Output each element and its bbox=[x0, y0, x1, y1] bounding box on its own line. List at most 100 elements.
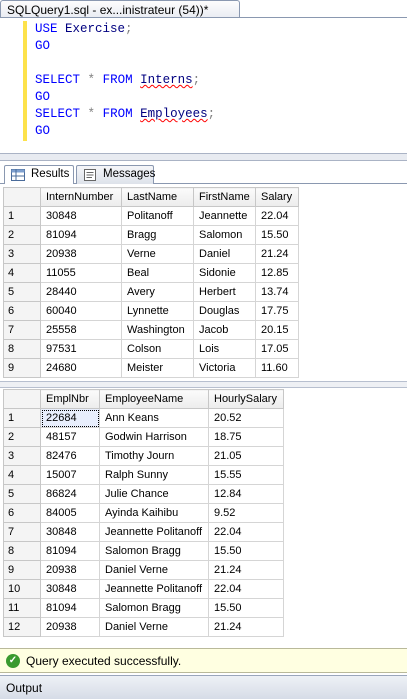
table-cell[interactable]: Verne bbox=[121, 244, 194, 264]
table-cell[interactable]: 21.05 bbox=[208, 446, 284, 466]
employees-grid[interactable]: EmplNbr EmployeeName HourlySalary 1 22684… bbox=[3, 389, 284, 637]
row-number[interactable]: 6 bbox=[3, 301, 41, 321]
row-number[interactable]: 9 bbox=[3, 560, 41, 580]
table-cell[interactable]: 15.50 bbox=[208, 598, 284, 618]
table-cell[interactable]: 12.85 bbox=[255, 263, 299, 283]
column-header[interactable]: InternNumber bbox=[40, 187, 122, 207]
table-cell[interactable]: Sidonie bbox=[193, 263, 256, 283]
query-editor[interactable]: USE Exercise; GO SELECT * FROM Interns; … bbox=[0, 18, 407, 153]
table-cell[interactable]: Bragg bbox=[121, 225, 194, 245]
editor-results-splitter[interactable] bbox=[0, 153, 407, 161]
table-row[interactable]: 6 60040 Lynnette Douglas 17.75 bbox=[3, 301, 299, 321]
table-cell[interactable]: 20938 bbox=[40, 560, 100, 580]
table-cell[interactable]: 21.24 bbox=[208, 617, 284, 637]
table-cell[interactable]: Lynnette bbox=[121, 301, 194, 321]
table-cell[interactable]: 17.75 bbox=[255, 301, 299, 321]
table-cell[interactable]: 20938 bbox=[40, 617, 100, 637]
column-header[interactable]: EmplNbr bbox=[40, 389, 100, 409]
table-cell[interactable]: Godwin Harrison bbox=[99, 427, 209, 447]
table-cell[interactable]: 13.74 bbox=[255, 282, 299, 302]
table-row[interactable]: 1 22684 Ann Keans 20.52 bbox=[3, 408, 284, 428]
table-cell[interactable]: Timothy Journ bbox=[99, 446, 209, 466]
table-cell[interactable]: 15.55 bbox=[208, 465, 284, 485]
row-number[interactable]: 2 bbox=[3, 225, 41, 245]
table-row[interactable]: 10 30848 Jeannette Politanoff 22.04 bbox=[3, 579, 284, 599]
table-cell[interactable]: Victoria bbox=[193, 358, 256, 378]
table-cell[interactable]: 21.24 bbox=[208, 560, 284, 580]
table-cell[interactable]: Colson bbox=[121, 339, 194, 359]
table-cell[interactable]: Herbert bbox=[193, 282, 256, 302]
table-row[interactable]: 9 20938 Daniel Verne 21.24 bbox=[3, 560, 284, 580]
table-cell[interactable]: 20.15 bbox=[255, 320, 299, 340]
table-cell[interactable]: Julie Chance bbox=[99, 484, 209, 504]
table-cell[interactable]: Jeannette Politanoff bbox=[99, 579, 209, 599]
table-cell[interactable]: 30848 bbox=[40, 206, 122, 226]
table-cell[interactable]: 20.52 bbox=[208, 408, 284, 428]
table-cell[interactable]: Daniel Verne bbox=[99, 617, 209, 637]
row-number[interactable]: 7 bbox=[3, 320, 41, 340]
table-cell[interactable]: Meister bbox=[121, 358, 194, 378]
row-number[interactable]: 12 bbox=[3, 617, 41, 637]
table-cell[interactable]: 28440 bbox=[40, 282, 122, 302]
table-cell[interactable]: 60040 bbox=[40, 301, 122, 321]
table-cell[interactable]: 12.84 bbox=[208, 484, 284, 504]
table-row[interactable]: 4 15007 Ralph Sunny 15.55 bbox=[3, 465, 284, 485]
grid-corner[interactable] bbox=[3, 187, 41, 207]
row-number[interactable]: 7 bbox=[3, 522, 41, 542]
table-cell[interactable]: Ralph Sunny bbox=[99, 465, 209, 485]
table-cell[interactable]: Daniel Verne bbox=[99, 560, 209, 580]
row-number[interactable]: 8 bbox=[3, 541, 41, 561]
row-number[interactable]: 5 bbox=[3, 282, 41, 302]
table-row[interactable]: 12 20938 Daniel Verne 21.24 bbox=[3, 617, 284, 637]
table-cell[interactable]: Daniel bbox=[193, 244, 256, 264]
table-row[interactable]: 6 84005 Ayinda Kaihibu 9.52 bbox=[3, 503, 284, 523]
table-cell[interactable]: 30848 bbox=[40, 522, 100, 542]
table-cell[interactable]: 15.50 bbox=[208, 541, 284, 561]
table-cell[interactable]: Ann Keans bbox=[99, 408, 209, 428]
row-number[interactable]: 8 bbox=[3, 339, 41, 359]
column-header[interactable]: HourlySalary bbox=[208, 389, 284, 409]
table-cell[interactable]: 97531 bbox=[40, 339, 122, 359]
table-cell[interactable]: 22684 bbox=[40, 408, 100, 428]
table-row[interactable]: 7 25558 Washington Jacob 20.15 bbox=[3, 320, 299, 340]
table-cell[interactable]: 15.50 bbox=[255, 225, 299, 245]
table-cell[interactable]: Salomon Bragg bbox=[99, 541, 209, 561]
table-row[interactable]: 2 81094 Bragg Salomon 15.50 bbox=[3, 225, 299, 245]
column-header[interactable]: Salary bbox=[255, 187, 299, 207]
table-cell[interactable]: Salomon Bragg bbox=[99, 598, 209, 618]
table-row[interactable]: 3 20938 Verne Daniel 21.24 bbox=[3, 244, 299, 264]
tab-messages[interactable]: Messages bbox=[76, 165, 155, 184]
table-cell[interactable]: 24680 bbox=[40, 358, 122, 378]
table-row[interactable]: 4 11055 Beal Sidonie 12.85 bbox=[3, 263, 299, 283]
interns-grid[interactable]: InternNumber LastName FirstName Salary 1… bbox=[3, 187, 299, 378]
row-number[interactable]: 6 bbox=[3, 503, 41, 523]
table-cell[interactable]: 17.05 bbox=[255, 339, 299, 359]
row-number[interactable]: 5 bbox=[3, 484, 41, 504]
row-number[interactable]: 1 bbox=[3, 408, 41, 428]
table-row[interactable]: 1 30848 Politanoff Jeannette 22.04 bbox=[3, 206, 299, 226]
table-cell[interactable]: 82476 bbox=[40, 446, 100, 466]
table-cell[interactable]: 30848 bbox=[40, 579, 100, 599]
table-row[interactable]: 5 28440 Avery Herbert 13.74 bbox=[3, 282, 299, 302]
table-cell[interactable]: Salomon bbox=[193, 225, 256, 245]
table-cell[interactable]: Avery bbox=[121, 282, 194, 302]
row-number[interactable]: 2 bbox=[3, 427, 41, 447]
table-cell[interactable]: 11.60 bbox=[255, 358, 299, 378]
table-row[interactable]: 9 24680 Meister Victoria 11.60 bbox=[3, 358, 299, 378]
table-cell[interactable]: 81094 bbox=[40, 541, 100, 561]
table-cell[interactable]: Douglas bbox=[193, 301, 256, 321]
row-number[interactable]: 4 bbox=[3, 263, 41, 283]
output-panel-tab[interactable]: Output bbox=[0, 675, 407, 699]
table-cell[interactable]: 22.04 bbox=[208, 579, 284, 599]
row-number[interactable]: 4 bbox=[3, 465, 41, 485]
tab-results[interactable]: Results bbox=[4, 165, 74, 185]
table-cell[interactable]: 81094 bbox=[40, 225, 122, 245]
table-row[interactable]: 8 97531 Colson Lois 17.05 bbox=[3, 339, 299, 359]
document-tab[interactable]: SQLQuery1.sql - ex...inistrateur (54))* bbox=[0, 0, 240, 18]
table-cell[interactable]: Ayinda Kaihibu bbox=[99, 503, 209, 523]
table-row[interactable]: 11 81094 Salomon Bragg 15.50 bbox=[3, 598, 284, 618]
table-cell[interactable]: Beal bbox=[121, 263, 194, 283]
row-number[interactable]: 10 bbox=[3, 579, 41, 599]
table-cell[interactable]: 22.04 bbox=[255, 206, 299, 226]
table-cell[interactable]: Lois bbox=[193, 339, 256, 359]
